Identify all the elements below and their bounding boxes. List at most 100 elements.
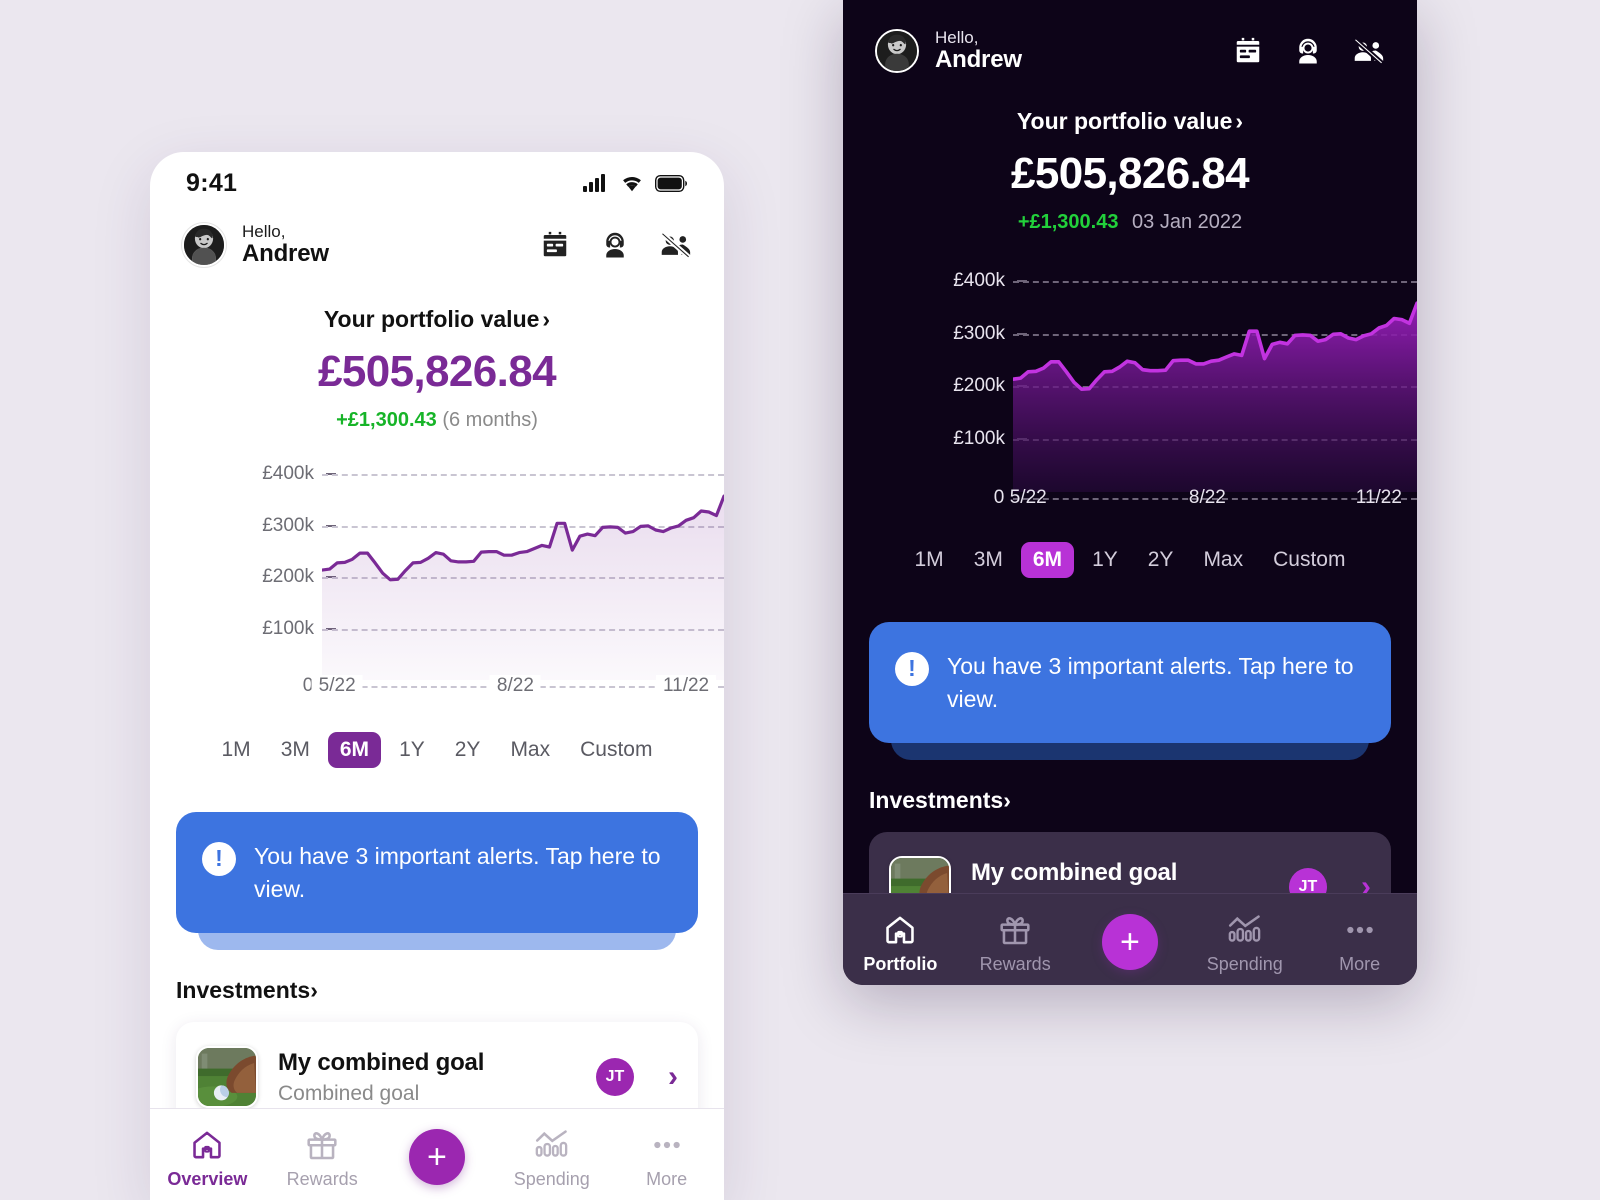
range-selector[interactable]: 1M 3M 6M 1Y 2Y Max Custom <box>150 731 724 768</box>
tab-portfolio[interactable]: Portfolio <box>843 905 958 975</box>
chart-series-svg <box>322 494 724 680</box>
range-option-1m[interactable]: 1M <box>903 542 956 578</box>
battery-icon <box>655 174 687 192</box>
goal-member-badge[interactable]: JT <box>596 1058 634 1097</box>
alert-banner-stack: ! You have 3 important alerts. Tap here … <box>869 621 1391 760</box>
status-time: 9:41 <box>186 168 238 197</box>
tab-label: More <box>1339 953 1381 974</box>
alert-banner-stack: ! You have 3 important alerts. Tap here … <box>176 811 698 950</box>
group-off-icon[interactable] <box>1353 36 1385 66</box>
tab-rewards[interactable]: Rewards <box>958 905 1073 975</box>
range-option-2y[interactable]: 2Y <box>1136 542 1186 578</box>
greeting-name: Andrew <box>242 240 329 268</box>
range-option-1y[interactable]: 1Y <box>1080 542 1130 578</box>
greeting: Hello, Andrew <box>242 222 329 268</box>
portfolio-delta-amount: +£1,300.43 <box>336 408 437 431</box>
tab-more[interactable]: More <box>1302 905 1417 975</box>
status-bar-icons <box>583 174 688 192</box>
range-option-1m[interactable]: 1M <box>210 732 263 768</box>
calendar-icon[interactable] <box>1233 36 1263 66</box>
alert-banner[interactable]: ! You have 3 important alerts. Tap here … <box>176 811 698 934</box>
chart-y-tick-label: £200k <box>953 375 1005 397</box>
light-phone-frame: 9:41 Hello, Andrew Your portfolio value … <box>150 152 724 1200</box>
chart-x-tick-label: 11/22 <box>1355 486 1402 508</box>
add-button[interactable]: + <box>1073 910 1188 970</box>
alert-banner[interactable]: ! You have 3 important alerts. Tap here … <box>869 621 1391 744</box>
calendar-icon[interactable] <box>540 230 570 260</box>
header-actions <box>540 230 692 260</box>
chart-x-tick-label: 8/22 <box>1188 486 1226 508</box>
range-selector[interactable]: 1M 3M 6M 1Y 2Y Max Custom <box>843 541 1417 578</box>
goal-subtitle: Combined goal <box>278 1081 420 1105</box>
dark-phone-frame: Hello, Andrew Your portfolio value › £50… <box>843 0 1417 985</box>
chevron-right-icon[interactable]: › <box>668 1060 678 1094</box>
chart-y-tick-label: £200k <box>254 566 322 589</box>
portfolio-label-text: Your portfolio value <box>1016 107 1233 134</box>
range-option-6m[interactable]: 6M <box>327 731 382 768</box>
range-option-3m[interactable]: 3M <box>962 542 1015 578</box>
range-option-3m[interactable]: 3M <box>269 732 322 768</box>
portfolio-label[interactable]: Your portfolio value › <box>150 306 724 333</box>
home-icon <box>190 1128 224 1162</box>
alert-text: You have 3 important alerts. Tap here to… <box>254 842 661 902</box>
support-agent-icon[interactable] <box>1293 36 1323 66</box>
tab-rewards[interactable]: Rewards <box>265 1120 380 1190</box>
home-icon <box>883 913 917 947</box>
group-off-icon[interactable] <box>660 230 692 260</box>
chart-x-tick-label: 5/22 <box>1009 486 1047 508</box>
support-agent-icon[interactable] <box>600 230 630 260</box>
greeting-hello: Hello, <box>242 222 286 241</box>
tab-label: Rewards <box>286 1168 358 1189</box>
golf-ball-photo <box>198 1048 256 1107</box>
investments-section-header[interactable]: Investments› <box>176 977 724 1004</box>
bar-chart-icon <box>534 1128 570 1162</box>
tab-overview[interactable]: Overview <box>150 1120 265 1190</box>
investments-section-header[interactable]: Investments› <box>869 787 1417 814</box>
chart-series-svg <box>1013 301 1417 492</box>
investments-title: Investments <box>176 977 311 1004</box>
signal-bars-icon <box>583 174 605 192</box>
avatar[interactable] <box>182 222 226 267</box>
exclamation-icon: ! <box>895 651 929 686</box>
status-bar: 9:41 <box>150 152 724 214</box>
portfolio-label[interactable]: Your portfolio value › <box>843 108 1417 135</box>
portfolio-label-text: Your portfolio value <box>323 305 540 332</box>
range-option-max[interactable]: Max <box>1191 542 1255 578</box>
chart-y-tick-label: £400k <box>953 269 1005 291</box>
avatar-portrait <box>184 224 224 265</box>
tab-more[interactable]: More <box>609 1120 724 1190</box>
tab-label: Rewards <box>979 953 1051 974</box>
portfolio-delta-period: (6 months) <box>442 408 538 431</box>
range-option-custom[interactable]: Custom <box>1261 542 1357 578</box>
gift-icon <box>998 913 1032 947</box>
range-option-custom[interactable]: Custom <box>568 732 664 768</box>
chart-y-axis: £100k £200k £300k £400k <box>843 260 1027 492</box>
bottom-nav-dark[interactable]: Portfolio Rewards + Spending More <box>843 893 1417 985</box>
ellipsis-icon <box>650 1128 684 1162</box>
goal-title: My combined goal <box>278 1048 485 1076</box>
chevron-right-icon: › <box>310 977 318 1004</box>
tab-spending[interactable]: Spending <box>494 1120 609 1190</box>
tab-spending[interactable]: Spending <box>1187 905 1302 975</box>
range-option-2y[interactable]: 2Y <box>443 732 493 768</box>
plus-icon[interactable]: + <box>1101 913 1158 970</box>
canvas: 9:41 Hello, Andrew Your portfolio value … <box>0 0 1600 1200</box>
investments-title: Investments <box>869 787 1004 814</box>
greeting-hello: Hello, <box>935 28 979 47</box>
avatar[interactable] <box>875 28 919 73</box>
chart-x-tick-label: 5/22 <box>311 674 363 697</box>
bar-chart-icon <box>1227 913 1263 947</box>
portfolio-chart-light[interactable]: £100k £200k £300k £400k 0 5/22 8/22 11/22 <box>150 454 724 716</box>
plus-icon[interactable]: + <box>408 1128 465 1185</box>
range-option-max[interactable]: Max <box>498 732 562 768</box>
portfolio-chart-dark[interactable]: £100k £200k £300k £400k 0 5/22 8/22 11/22 <box>843 260 1417 528</box>
tab-label: Overview <box>167 1168 248 1189</box>
header-actions <box>1233 36 1385 66</box>
bottom-nav-light[interactable]: Overview Rewards + Spending More <box>150 1108 724 1200</box>
add-button[interactable]: + <box>380 1125 495 1185</box>
range-option-1y[interactable]: 1Y <box>387 732 437 768</box>
range-option-6m[interactable]: 6M <box>1020 541 1075 578</box>
chart-x-axis: 0 5/22 8/22 11/22 <box>994 487 1417 528</box>
chart-area-fill <box>322 496 724 680</box>
chart-area-fill <box>1013 303 1417 492</box>
